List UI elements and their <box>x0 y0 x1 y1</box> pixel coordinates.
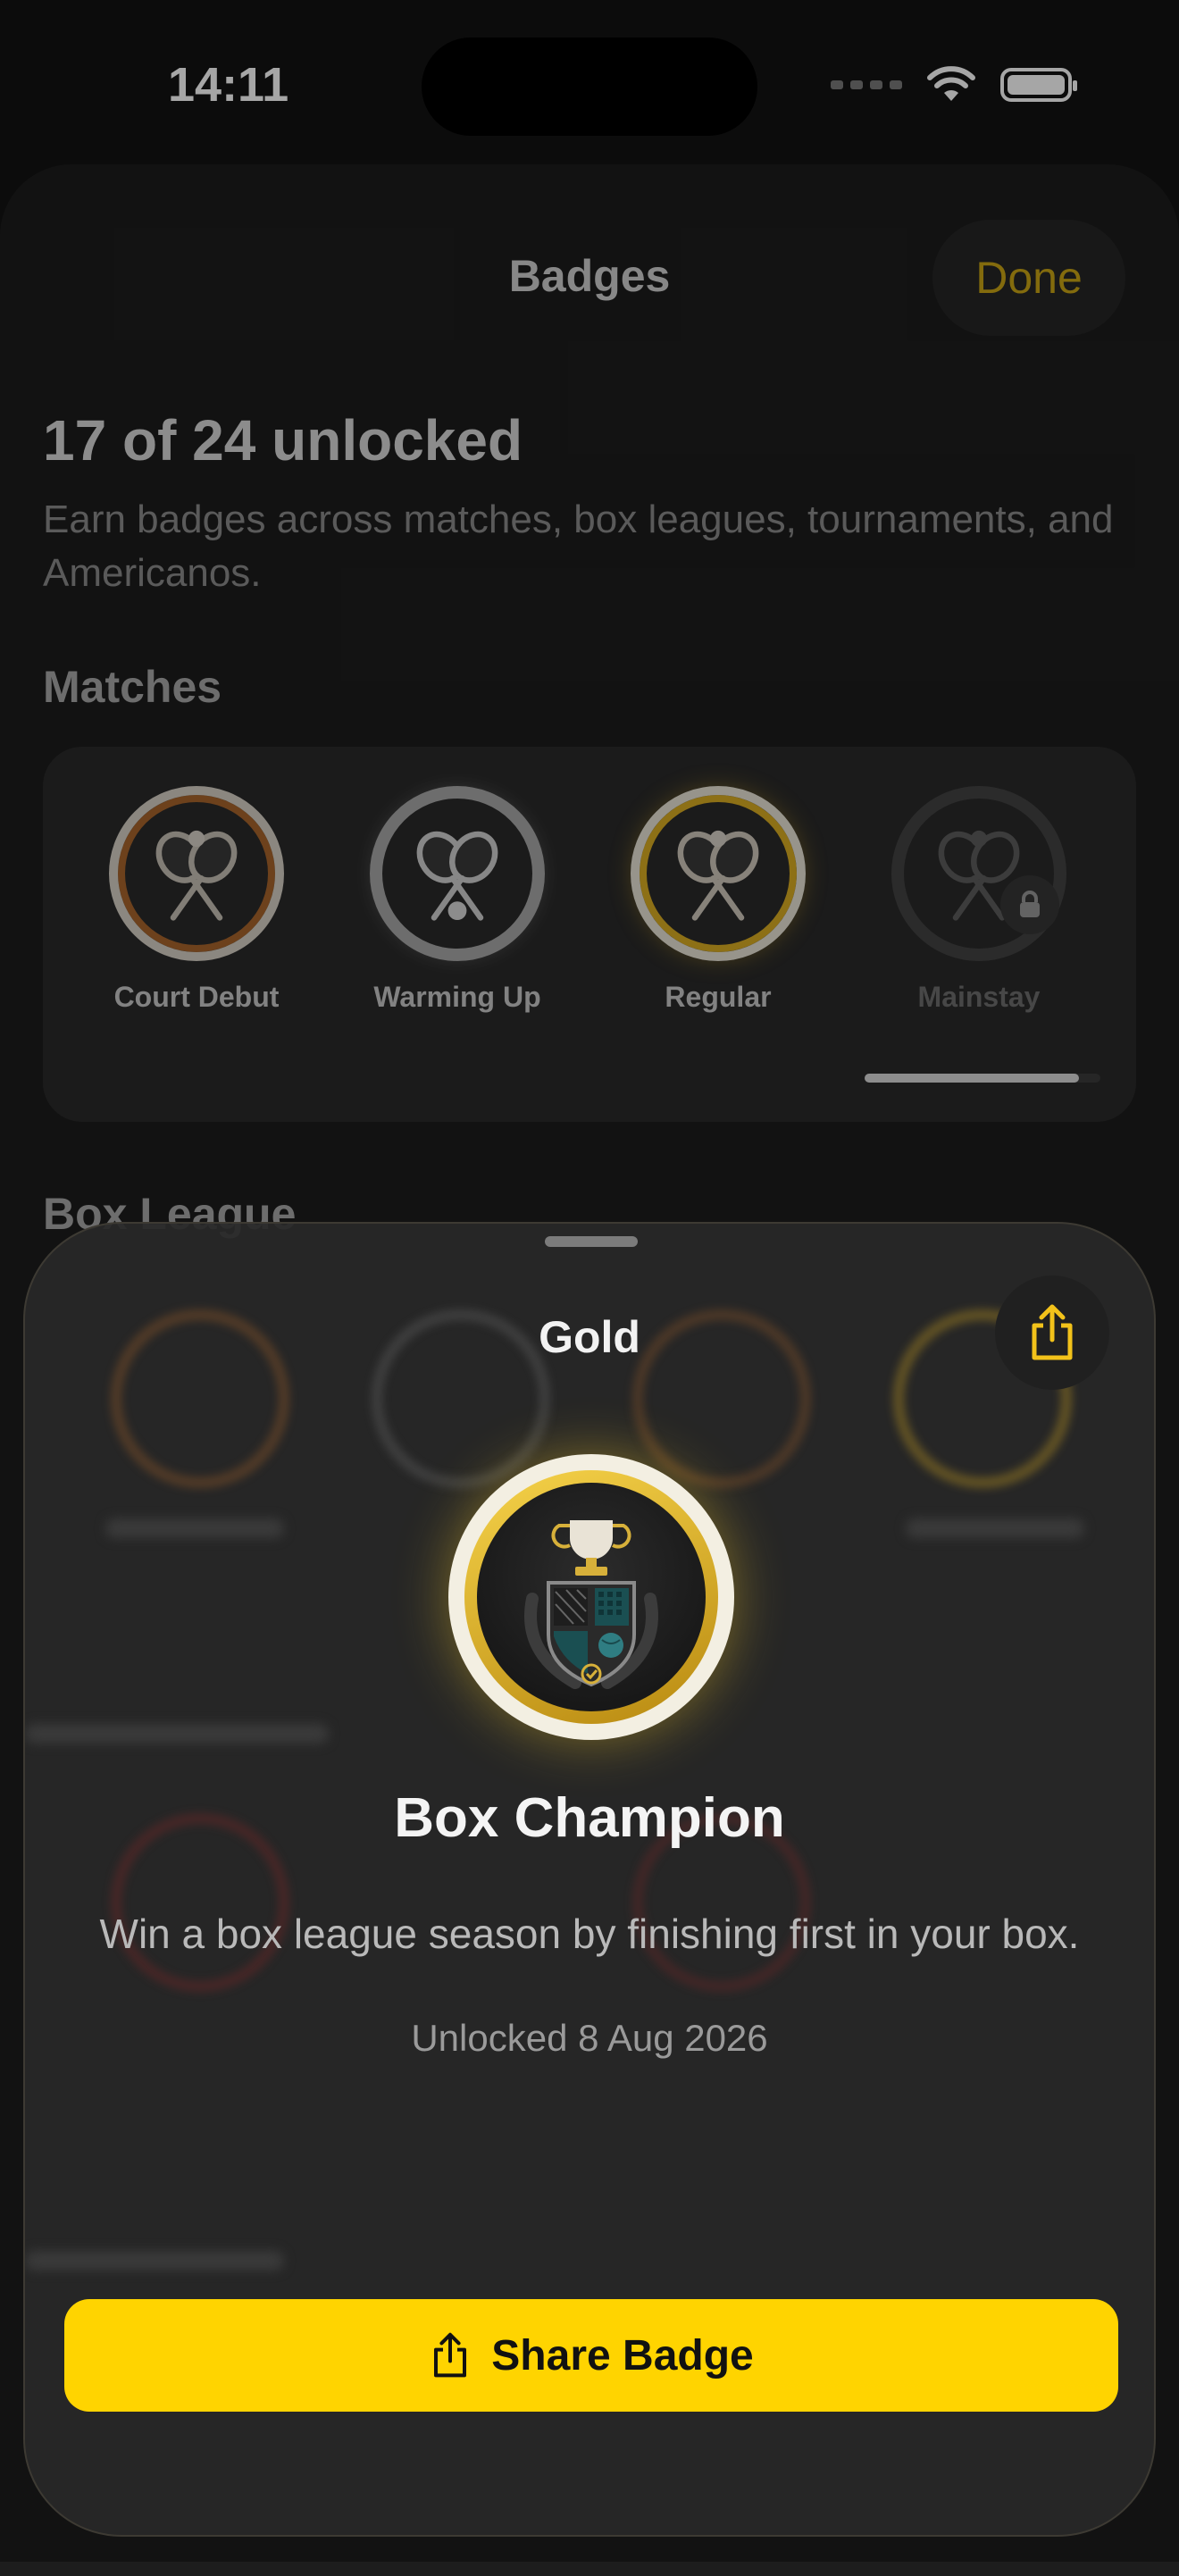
badge-tier-title: Gold <box>539 1312 640 1362</box>
blurred-text <box>906 1518 1084 1538</box>
badge-detail-modal: Gold Box Champion Win a box league seaso… <box>23 1222 1156 2537</box>
blurred-text <box>25 2251 284 2271</box>
badge-name: Box Champion <box>394 1787 785 1849</box>
badge-description: Win a box league season by finishing fir… <box>99 1911 1080 1957</box>
share-badge-label: Share Badge <box>491 2331 754 2379</box>
blurred-text <box>25 1724 329 1744</box>
share-icon <box>1032 1304 1073 1360</box>
sheet-grabber[interactable] <box>545 1236 638 1247</box>
badge-unlock-date: Unlocked 8 Aug 2026 <box>411 2017 768 2059</box>
share-badge-button[interactable]: Share Badge <box>64 2299 1118 2412</box>
share-icon <box>434 2332 467 2378</box>
blurred-text <box>105 1518 284 1538</box>
trophy-crest-icon <box>524 1520 658 1689</box>
share-icon-button[interactable] <box>995 1275 1109 1390</box>
badge-hero-image <box>448 1454 734 1740</box>
